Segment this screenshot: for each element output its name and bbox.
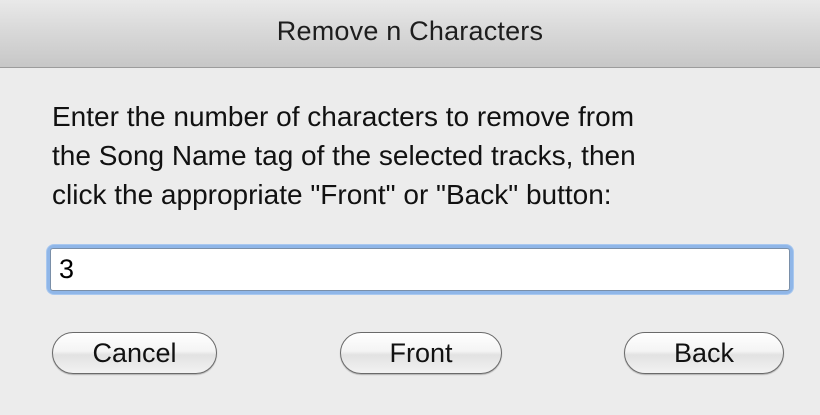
title-bar[interactable]: Remove n Characters: [0, 0, 820, 68]
dialog-title: Remove n Characters: [276, 16, 544, 46]
dialog-message: Enter the number of characters to remove…: [52, 101, 636, 210]
cancel-button[interactable]: Cancel: [52, 332, 217, 374]
character-count-field-focus-ring: [50, 248, 790, 291]
character-count-input[interactable]: [50, 248, 790, 291]
back-button[interactable]: Back: [624, 332, 784, 374]
front-button[interactable]: Front: [340, 332, 502, 374]
dialog-window: Remove n Characters Enter the number of …: [0, 0, 820, 415]
